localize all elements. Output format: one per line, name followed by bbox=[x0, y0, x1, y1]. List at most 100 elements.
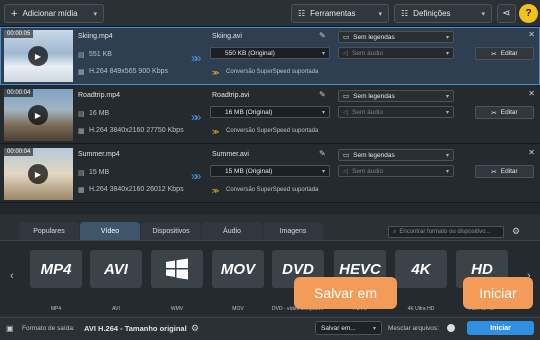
edit-button[interactable]: ✂ Editar bbox=[475, 106, 534, 119]
save-location-value: Salvar em... bbox=[321, 324, 356, 332]
superspeed-icon: ≫ bbox=[212, 129, 220, 136]
video-info-icon: ▦ bbox=[78, 187, 85, 194]
start-label: Iniciar bbox=[490, 324, 511, 332]
chevron-down-icon: ▾ bbox=[445, 109, 449, 116]
subtitles-value: Sem legendas bbox=[353, 92, 395, 100]
settings-icon: ☷ bbox=[401, 9, 409, 18]
file-row[interactable]: 00:00:04 ▶ Roadtrip.mp4 ▤ 16 MB ▦ H.264 … bbox=[0, 86, 540, 144]
tab-devices[interactable]: Dispositivos bbox=[141, 222, 201, 240]
video-thumbnail[interactable]: 00:00:04 ▶ bbox=[4, 148, 73, 200]
subtitles-dropdown[interactable]: ▭ Sem legendas ▾ bbox=[338, 31, 454, 43]
format-wmv[interactable] bbox=[151, 250, 203, 288]
edit-label: Editar bbox=[500, 109, 518, 116]
save-location-select[interactable]: Salvar em... ▾ bbox=[315, 321, 382, 335]
tools-button[interactable]: ☷ Ferramentas ▾ bbox=[291, 4, 389, 23]
close-icon[interactable]: ✕ bbox=[528, 30, 535, 39]
file-row[interactable]: 00:00:05 ▶ Skiing.mp4 ▤ 551 KB ▦ H.264 8… bbox=[0, 27, 540, 85]
plus-icon: + bbox=[11, 7, 18, 20]
audio-value: Sem áudio bbox=[352, 108, 384, 116]
audio-dropdown[interactable]: ◁ Sem áudio ▾ bbox=[338, 47, 454, 59]
video-thumbnail[interactable]: 00:00:05 ▶ bbox=[4, 30, 73, 82]
format-avi[interactable]: AVI bbox=[90, 250, 142, 288]
format-mov[interactable]: MOV bbox=[212, 250, 264, 288]
chevron-down-icon: ▾ bbox=[445, 34, 449, 41]
share-button[interactable]: ⋖ bbox=[497, 4, 516, 23]
share-icon: ⋖ bbox=[502, 8, 511, 19]
chevron-down-icon: ▾ bbox=[445, 50, 449, 57]
add-media-button[interactable]: + Adicionar mídia ▾ bbox=[4, 4, 104, 23]
format-search-input[interactable]: ⌕ Encontrar formato ou dispositivo... bbox=[388, 226, 504, 238]
rename-icon[interactable]: ✎ bbox=[319, 149, 326, 158]
merge-files-label: Mesclar arquivos: bbox=[388, 325, 439, 332]
tab-images[interactable]: Imagens bbox=[263, 222, 323, 240]
output-size: 16 MB (Original) bbox=[225, 108, 273, 116]
format-label: MOV bbox=[232, 306, 244, 312]
output-name: Summer.avi bbox=[212, 151, 249, 158]
audio-icon: ◁ bbox=[343, 168, 348, 175]
file-row[interactable]: 00:00:04 ▶ Summer.mp4 ▤ 15 MB ▦ H.264 38… bbox=[0, 145, 540, 203]
chevron-down-icon: ▾ bbox=[481, 10, 485, 18]
help-icon: ? bbox=[525, 8, 532, 19]
subtitles-dropdown[interactable]: ▭ Sem legendas ▾ bbox=[338, 90, 454, 102]
convert-arrow-icon: »» bbox=[191, 169, 202, 183]
scissors-icon: ✂ bbox=[491, 109, 497, 117]
help-button[interactable]: ? bbox=[519, 4, 538, 23]
play-icon[interactable]: ▶ bbox=[28, 164, 48, 184]
gear-icon[interactable]: ⚙ bbox=[191, 323, 199, 334]
file-size-icon: ▤ bbox=[78, 52, 85, 59]
chevron-down-icon: ▾ bbox=[445, 152, 449, 159]
start-button[interactable]: Iniciar bbox=[467, 321, 534, 335]
close-icon[interactable]: ✕ bbox=[528, 89, 535, 98]
output-size-select[interactable]: 550 KB (Original) ▾ bbox=[210, 47, 330, 59]
duration: 00:00:04 bbox=[4, 148, 34, 156]
scissors-icon: ✂ bbox=[491, 50, 497, 58]
edit-label: Editar bbox=[500, 50, 518, 57]
output-size-select[interactable]: 15 MB (Original) ▾ bbox=[210, 165, 330, 177]
tools-icon: ☷ bbox=[298, 9, 306, 18]
rename-icon[interactable]: ✎ bbox=[319, 31, 326, 40]
output-format-label: Formato de saída: bbox=[22, 325, 75, 332]
tab-popular[interactable]: Populares bbox=[19, 222, 79, 240]
close-icon[interactable]: ✕ bbox=[528, 148, 535, 157]
subtitles-icon: ▭ bbox=[343, 34, 350, 41]
add-media-label: Adicionar mídia bbox=[22, 9, 78, 18]
tab-video[interactable]: Vídeo bbox=[80, 222, 140, 240]
mov-logo: MOV bbox=[220, 260, 256, 278]
settings-icon[interactable]: ⚙ bbox=[512, 226, 520, 237]
format-4k[interactable]: 4K bbox=[395, 250, 447, 288]
format-label: 4K Ultra HD bbox=[407, 306, 435, 312]
video-thumbnail[interactable]: 00:00:04 ▶ bbox=[4, 89, 73, 141]
subtitles-icon: ▭ bbox=[343, 93, 350, 100]
subtitles-dropdown[interactable]: ▭ Sem legendas ▾ bbox=[338, 149, 454, 161]
audio-icon: ◁ bbox=[343, 109, 348, 116]
format-label: MP4 bbox=[50, 306, 62, 312]
play-icon[interactable]: ▶ bbox=[28, 105, 48, 125]
edit-button[interactable]: ✂ Editar bbox=[475, 165, 534, 178]
audio-dropdown[interactable]: ◁ Sem áudio ▾ bbox=[338, 106, 454, 118]
file-size: 16 MB bbox=[89, 110, 110, 117]
rename-icon[interactable]: ✎ bbox=[319, 90, 326, 99]
file-size-icon: ▤ bbox=[78, 170, 85, 177]
output-size: 15 MB (Original) bbox=[225, 167, 273, 175]
chevron-left-icon[interactable]: ‹ bbox=[10, 270, 14, 282]
merge-toggle[interactable] bbox=[447, 324, 455, 332]
output-size: 550 KB (Original) bbox=[225, 49, 275, 57]
output-format-icon: ▣ bbox=[6, 324, 14, 333]
settings-button[interactable]: ☷ Definições ▾ bbox=[394, 4, 492, 23]
format-label: AVI bbox=[112, 306, 120, 312]
audio-dropdown[interactable]: ◁ Sem áudio ▾ bbox=[338, 165, 454, 177]
output-size-select[interactable]: 16 MB (Original) ▾ bbox=[210, 106, 330, 118]
format-mp4[interactable]: MP4 bbox=[30, 250, 82, 288]
tab-audio[interactable]: Áudio bbox=[202, 222, 262, 240]
format-label: WMV bbox=[170, 306, 184, 312]
play-icon[interactable]: ▶ bbox=[28, 46, 48, 66]
output-format-value: AVI H.264 - Tamanho original bbox=[84, 324, 187, 333]
hd-logo: HD bbox=[471, 260, 493, 278]
search-placeholder: Encontrar formato ou dispositivo... bbox=[399, 229, 491, 235]
convert-arrow-icon: »» bbox=[191, 110, 202, 124]
chevron-down-icon: ▾ bbox=[445, 93, 449, 100]
conversion-status: Conversão SuperSpeed suportada bbox=[226, 128, 319, 134]
mp4-logo: MP4 bbox=[40, 260, 72, 278]
file-name: Skiing.mp4 bbox=[78, 33, 113, 40]
edit-button[interactable]: ✂ Editar bbox=[475, 47, 534, 60]
